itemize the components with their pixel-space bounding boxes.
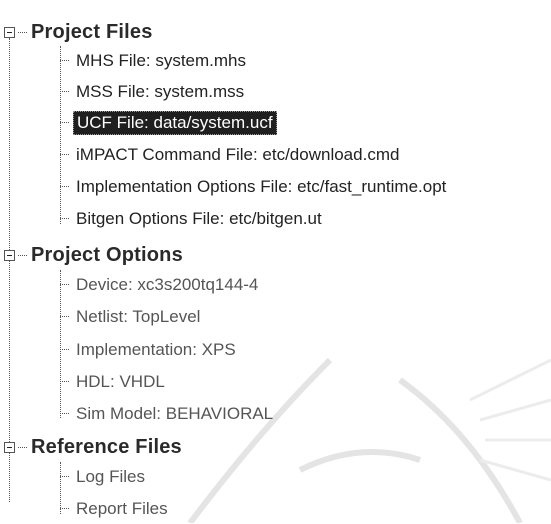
tree-item-implementation[interactable]: Implementation: XPS xyxy=(60,334,239,365)
tree-item-sim-model[interactable]: Sim Model: BEHAVIORAL xyxy=(60,398,276,429)
tree-item-label: Log Files xyxy=(76,466,145,486)
tree-item-label: Sim Model: BEHAVIORAL xyxy=(76,403,274,423)
tree-dots xyxy=(60,284,69,285)
tree-item-hdl[interactable]: HDL: VHDL xyxy=(60,366,168,397)
tree-item-impact-command-file[interactable]: iMPACT Command File: etc/download.cmd xyxy=(60,139,402,170)
tree-dots xyxy=(60,186,69,187)
tree-group-project-files[interactable]: Project Files xyxy=(4,17,153,48)
group-label: Project Files xyxy=(31,21,153,43)
tree-item-label: Report Files xyxy=(76,498,168,518)
tree-dots xyxy=(60,476,69,477)
tree-item-label: Device: xc3s200tq144-4 xyxy=(76,274,259,294)
tree-dots xyxy=(60,154,69,155)
tree-item-mss-file[interactable]: MSS File: system.mss xyxy=(60,76,247,107)
tree-item-label: Bitgen Options File: etc/bitgen.ut xyxy=(76,208,322,228)
tree-dots xyxy=(60,218,69,219)
group-label: Reference Files xyxy=(31,436,182,458)
collapse-icon[interactable] xyxy=(4,442,15,453)
tree-item-label: iMPACT Command File: etc/download.cmd xyxy=(76,144,400,164)
tree-item-mhs-file[interactable]: MHS File: system.mhs xyxy=(60,45,249,76)
group-label: Project Options xyxy=(31,244,183,266)
tree-item-bitgen-options-file[interactable]: Bitgen Options File: etc/bitgen.ut xyxy=(60,203,325,234)
tree-dots xyxy=(60,349,69,350)
tree-dots xyxy=(18,255,27,256)
tree-dots xyxy=(18,447,27,448)
tree-item-label: Implementation Options File: etc/fast_ru… xyxy=(76,176,447,196)
tree-dots xyxy=(18,32,27,33)
tree-item-device[interactable]: Device: xc3s200tq144-4 xyxy=(60,269,261,300)
tree-item-implementation-options-file[interactable]: Implementation Options File: etc/fast_ru… xyxy=(60,171,449,202)
tree-item-ucf-file[interactable]: UCF File: data/system.ucf xyxy=(60,107,277,138)
tree-dots xyxy=(60,122,69,123)
tree-item-netlist[interactable]: Netlist: TopLevel xyxy=(60,301,203,332)
tree-item-label: MHS File: system.mhs xyxy=(76,50,247,70)
tree-dots xyxy=(60,413,69,414)
tree-dots xyxy=(60,381,69,382)
tree-dots xyxy=(60,60,69,61)
project-tree: Project Files MHS File: system.mhs MSS F… xyxy=(0,0,551,523)
collapse-icon[interactable] xyxy=(4,27,15,38)
tree-dots xyxy=(60,508,69,509)
tree-dots xyxy=(60,91,69,92)
tree-item-label-selected: UCF File: data/system.ucf xyxy=(73,110,277,135)
tree-dots xyxy=(60,316,69,317)
tree-item-label: Implementation: XPS xyxy=(76,339,236,359)
tree-item-label: HDL: VHDL xyxy=(76,371,165,391)
tree-item-label: Netlist: TopLevel xyxy=(76,306,201,326)
tree-group-project-options[interactable]: Project Options xyxy=(4,240,183,271)
tree-item-log-files[interactable]: Log Files xyxy=(60,461,148,492)
tree-item-report-files[interactable]: Report Files xyxy=(60,493,171,524)
collapse-icon[interactable] xyxy=(4,250,15,261)
tree-item-label: MSS File: system.mss xyxy=(76,81,245,101)
tree-group-reference-files[interactable]: Reference Files xyxy=(4,432,182,463)
